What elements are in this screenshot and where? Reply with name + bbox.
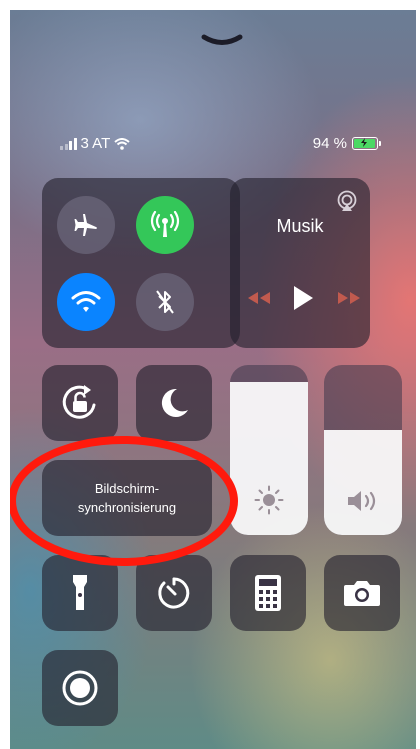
sun-icon	[254, 485, 284, 515]
volume-slider[interactable]	[324, 365, 402, 535]
chevron-down-icon[interactable]	[200, 32, 244, 52]
wifi-status-icon	[114, 137, 130, 150]
wifi-toggle[interactable]	[57, 273, 115, 331]
airplay-icon[interactable]	[336, 190, 358, 212]
airplane-mode-toggle[interactable]	[57, 196, 115, 254]
do-not-disturb-toggle[interactable]	[136, 365, 212, 441]
moon-icon	[161, 388, 188, 417]
battery-percent: 94 %	[312, 135, 347, 152]
bluetooth-toggle[interactable]	[136, 273, 194, 331]
play-icon[interactable]	[291, 284, 315, 312]
wifi-icon	[71, 291, 101, 312]
fast-forward-icon[interactable]	[336, 290, 362, 306]
status-bar-right: 94 %	[312, 135, 381, 152]
cellular-data-toggle[interactable]	[136, 196, 194, 254]
camera-icon	[344, 581, 380, 606]
status-bar-left: 3 AT	[60, 135, 130, 152]
speaker-icon	[348, 491, 376, 511]
timer-icon	[158, 577, 190, 609]
volume-level	[324, 429, 402, 535]
rewind-icon[interactable]	[246, 290, 272, 306]
camera-button[interactable]	[324, 555, 400, 631]
music-module[interactable]: Musik	[230, 178, 370, 348]
screen-record-button[interactable]	[42, 650, 118, 726]
calculator-button[interactable]	[230, 555, 306, 631]
carrier-label: 3 AT	[80, 135, 111, 152]
connectivity-module	[42, 178, 240, 348]
battery-icon	[352, 137, 381, 150]
timer-button[interactable]	[136, 555, 212, 631]
signal-icon	[60, 137, 77, 150]
rotation-lock-icon	[62, 385, 96, 419]
control-center: 3 AT 94 % Musik Bildschirm- synchronisie…	[10, 10, 416, 749]
highlight-annotation	[10, 436, 238, 566]
rotation-lock-toggle[interactable]	[42, 365, 118, 441]
flashlight-icon	[73, 575, 87, 610]
brightness-slider[interactable]	[230, 365, 308, 535]
flashlight-button[interactable]	[42, 555, 118, 631]
music-title: Musik	[276, 216, 324, 236]
antenna-icon	[150, 211, 180, 237]
airplane-icon	[74, 214, 97, 236]
calculator-icon	[255, 575, 281, 611]
screen-record-icon	[62, 670, 98, 706]
bluetooth-icon	[156, 290, 174, 314]
